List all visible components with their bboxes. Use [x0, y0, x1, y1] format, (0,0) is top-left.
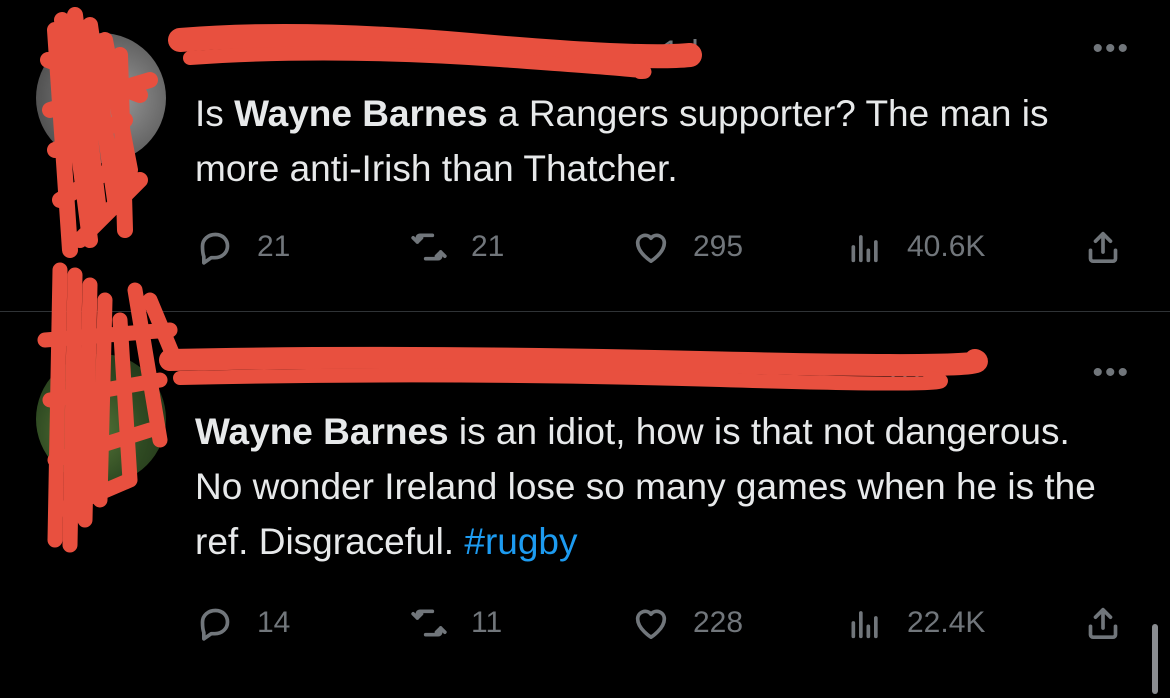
reply-count: 21 [257, 230, 291, 263]
avatar[interactable] [36, 354, 166, 484]
heart-icon [635, 609, 667, 639]
like-button[interactable]: 228 [631, 598, 743, 648]
share-button[interactable] [1083, 222, 1123, 272]
like-count: 228 [693, 606, 744, 639]
share-icon [1088, 231, 1118, 263]
views-button[interactable]: 22.4K [845, 598, 985, 648]
timestamp[interactable]: 1d [661, 34, 699, 73]
like-count: 295 [693, 230, 744, 263]
tweet-actions: 21 21 295 40.6K [195, 222, 1135, 272]
reply-count: 14 [257, 606, 291, 639]
scrollbar[interactable] [1152, 624, 1158, 694]
more-icon[interactable]: ••• [1092, 356, 1130, 390]
retweet-button[interactable]: 21 [409, 222, 504, 272]
heart-icon [635, 233, 667, 263]
retweet-icon [411, 609, 447, 637]
like-button[interactable]: 295 [631, 222, 743, 272]
reply-icon [200, 608, 230, 641]
tweet-text: Is Wayne Barnes a Rangers supporter? The… [195, 93, 1049, 189]
tweet-text: Wayne Barnes is an idiot, how is that no… [195, 411, 1096, 562]
retweet-count: 21 [471, 230, 505, 263]
retweet-button[interactable]: 11 [409, 598, 502, 648]
share-button[interactable] [1083, 598, 1123, 648]
more-icon[interactable]: ••• [1092, 32, 1130, 66]
share-icon [1088, 607, 1118, 639]
reply-button[interactable]: 14 [195, 598, 290, 648]
tweet-actions: 14 11 228 22.4K [195, 598, 1135, 648]
retweet-icon [411, 233, 447, 261]
hashtag-link[interactable]: #rugby [464, 521, 577, 562]
views-count: 40.6K [907, 230, 986, 263]
views-icon [851, 235, 878, 263]
timestamp[interactable]: 1d [883, 354, 921, 393]
tweet[interactable]: 1d ••• Wayne Barnes is an idiot, how is … [0, 312, 1170, 698]
views-button[interactable]: 40.6K [845, 222, 985, 272]
reply-button[interactable]: 21 [195, 222, 290, 272]
retweet-count: 11 [471, 606, 503, 639]
views-icon [851, 611, 878, 639]
tweet[interactable]: 1d ••• Is Wayne Barnes a Rangers support… [0, 0, 1170, 312]
reply-icon [200, 232, 230, 265]
views-count: 22.4K [907, 606, 986, 639]
avatar[interactable] [36, 33, 166, 163]
